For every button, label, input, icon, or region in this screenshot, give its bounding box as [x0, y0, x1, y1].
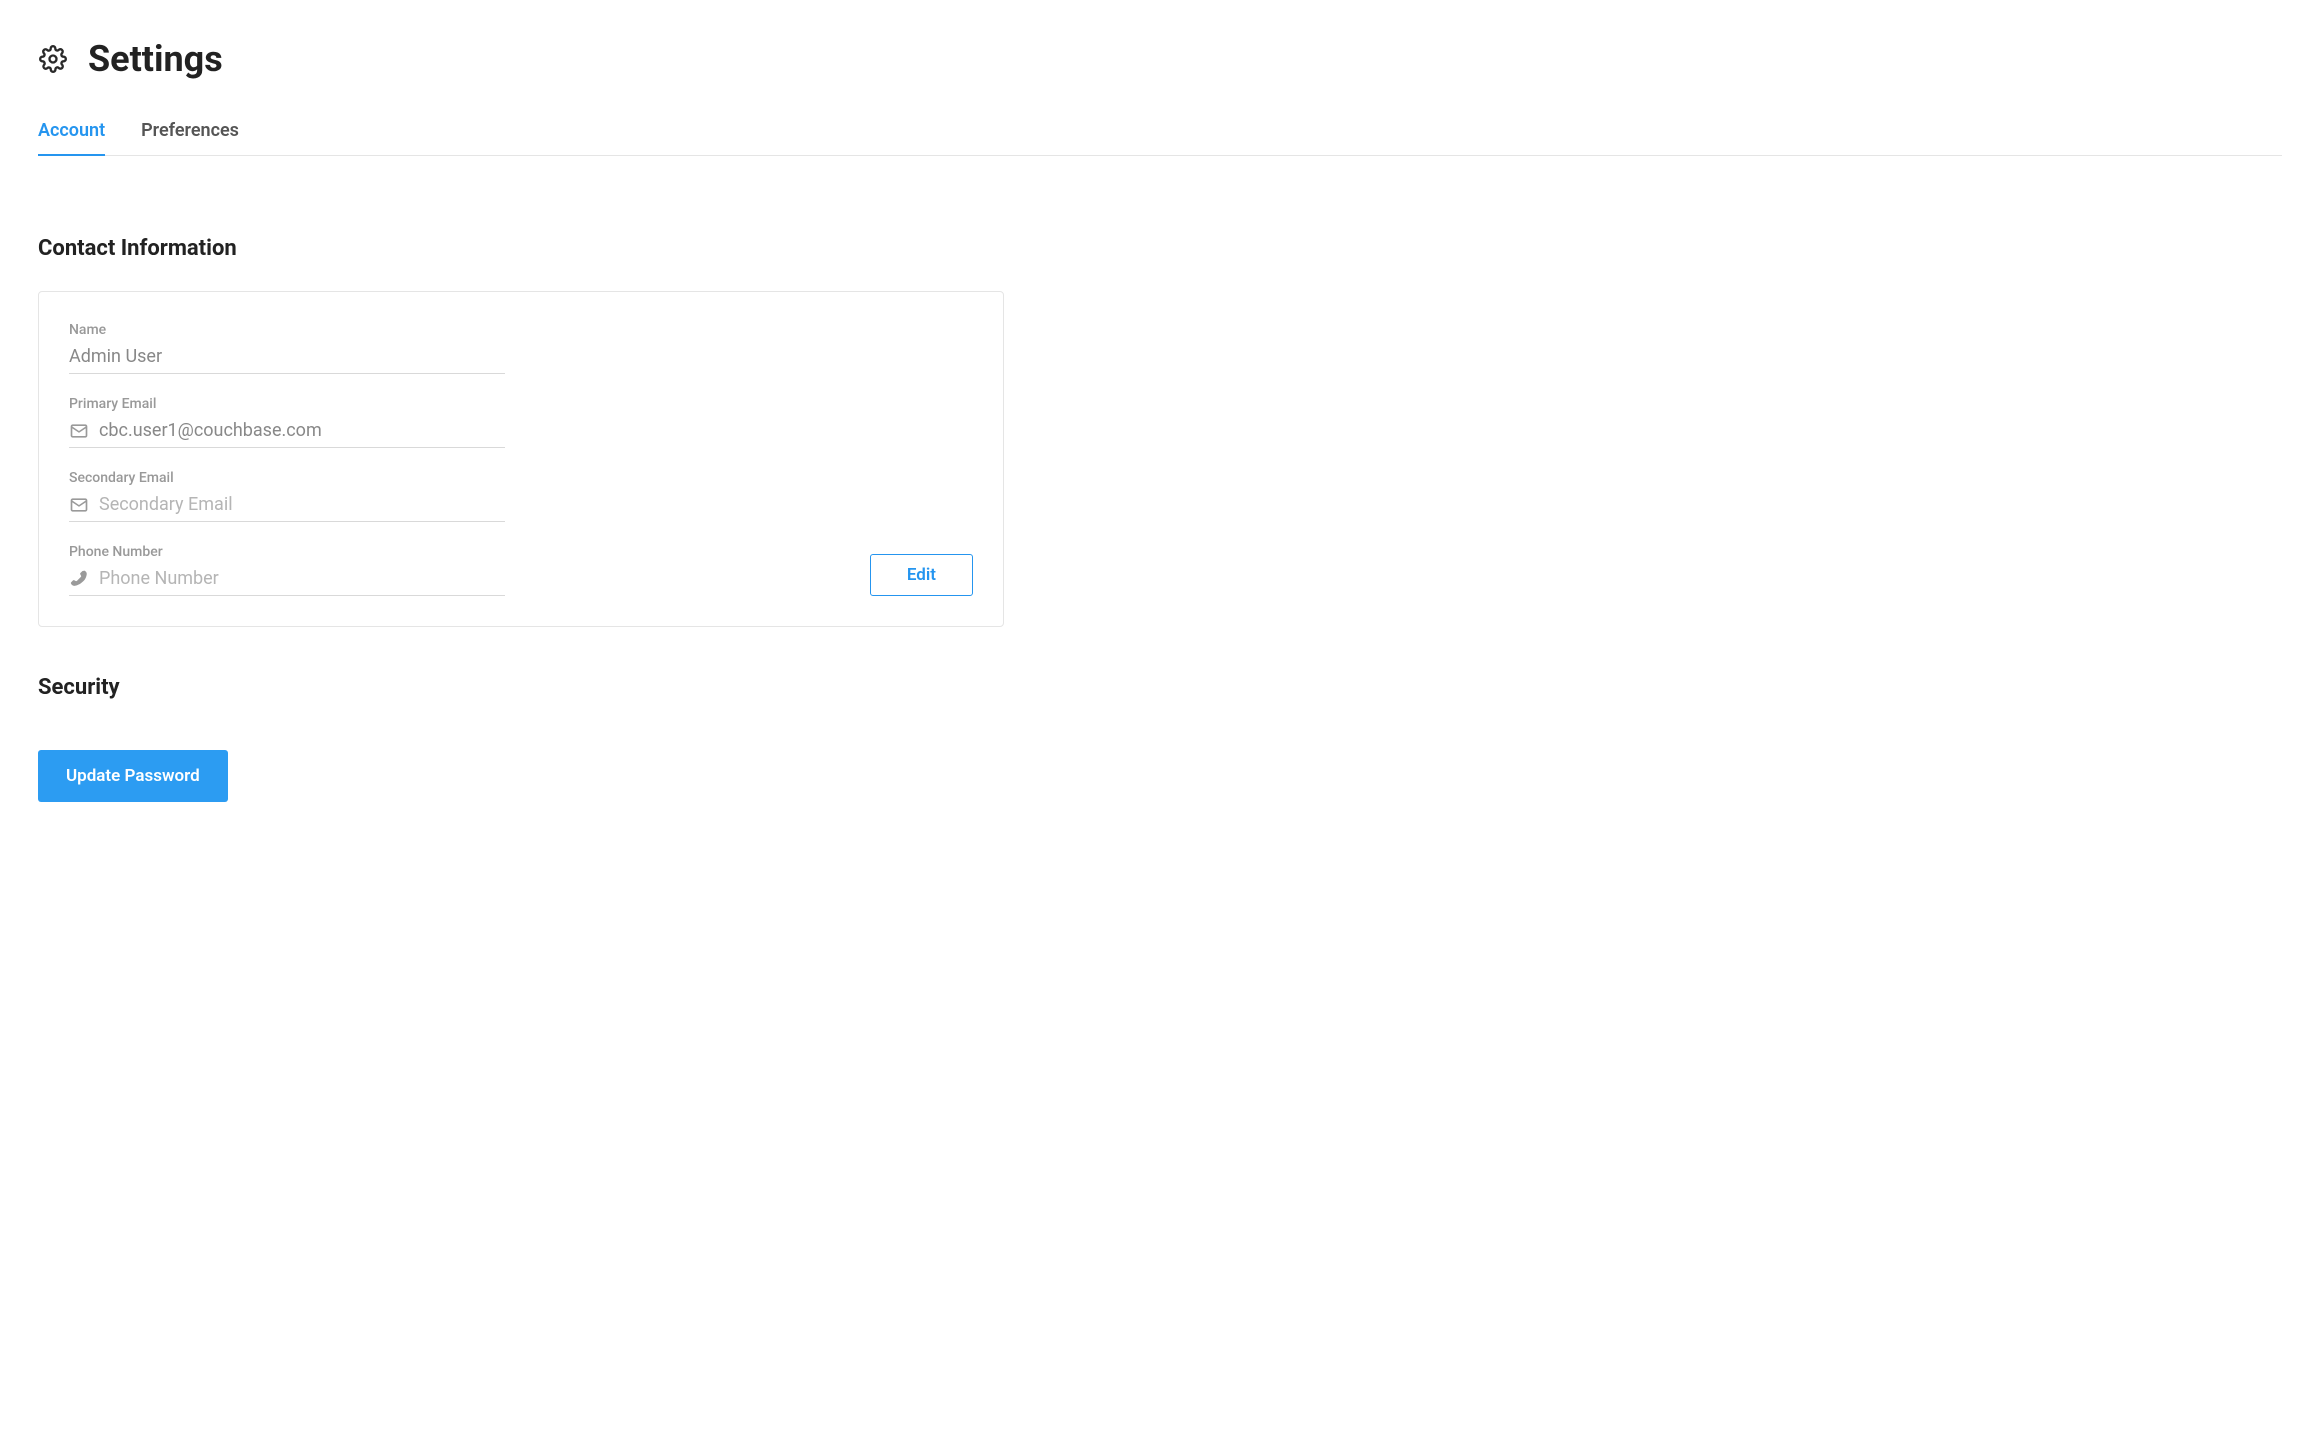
- primary-email-field[interactable]: [99, 420, 505, 441]
- contact-info-heading: Contact Information: [38, 236, 2282, 261]
- secondary-email-group: Secondary Email: [69, 470, 505, 522]
- name-input-row: [69, 346, 505, 374]
- secondary-email-field[interactable]: [99, 494, 505, 515]
- secondary-email-label: Secondary Email: [69, 470, 505, 486]
- edit-button[interactable]: Edit: [870, 554, 973, 596]
- primary-email-group: Primary Email: [69, 396, 505, 448]
- page-header: Settings: [38, 38, 2282, 80]
- tab-account[interactable]: Account: [38, 120, 105, 155]
- gear-icon: [38, 44, 68, 74]
- tabs: Account Preferences: [38, 120, 2282, 156]
- primary-email-input-row: [69, 420, 505, 448]
- name-group: Name: [69, 322, 505, 374]
- phone-label: Phone Number: [69, 544, 505, 560]
- page-title: Settings: [88, 38, 223, 80]
- name-label: Name: [69, 322, 505, 338]
- contact-info-card: Name Primary Email Secondary Email: [38, 291, 1004, 627]
- secondary-email-input-row: [69, 494, 505, 522]
- update-password-button[interactable]: Update Password: [38, 750, 228, 802]
- contact-info-section: Contact Information Name Primary Email S…: [38, 236, 2282, 627]
- tab-preferences[interactable]: Preferences: [141, 120, 239, 155]
- envelope-icon: [69, 495, 89, 515]
- envelope-icon: [69, 421, 89, 441]
- phone-input-row: [69, 568, 505, 596]
- name-field[interactable]: [69, 346, 505, 367]
- security-section: Security Update Password: [38, 675, 2282, 802]
- phone-group: Phone Number: [69, 544, 505, 596]
- security-heading: Security: [38, 675, 2282, 700]
- phone-field[interactable]: [99, 568, 505, 589]
- phone-icon: [69, 569, 89, 589]
- primary-email-label: Primary Email: [69, 396, 505, 412]
